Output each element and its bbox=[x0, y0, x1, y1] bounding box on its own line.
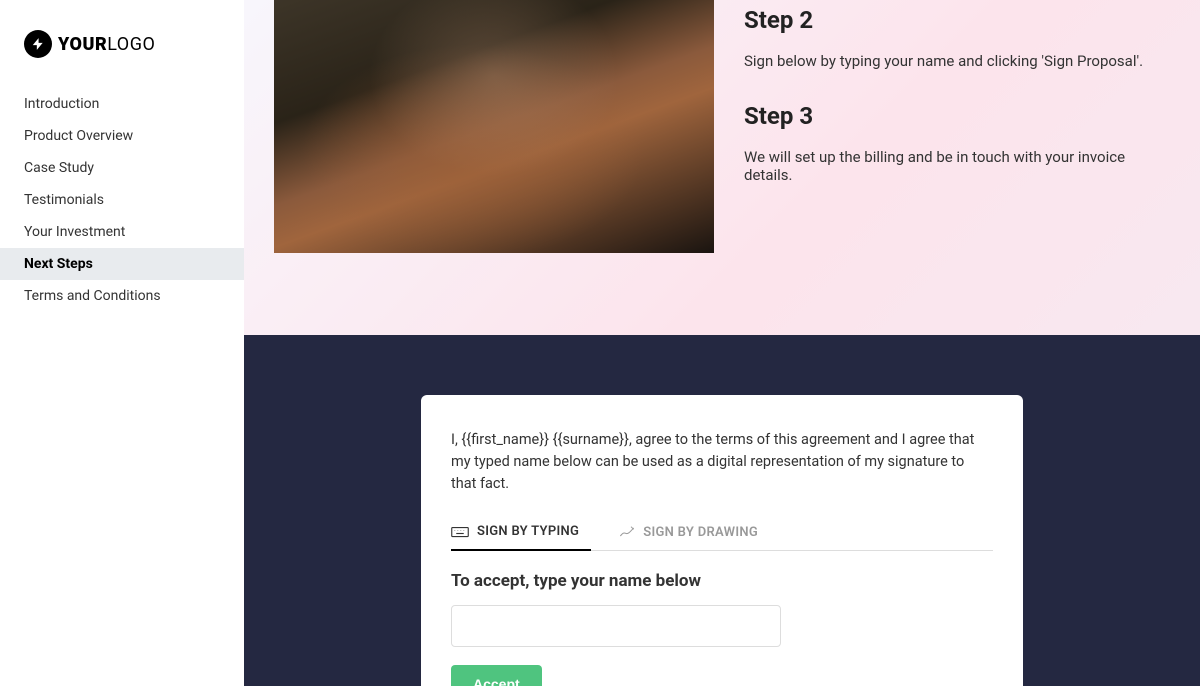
sidebar-item-next-steps[interactable]: Next Steps bbox=[0, 248, 244, 280]
name-input[interactable] bbox=[451, 605, 781, 647]
logo: YOURLOGO bbox=[0, 0, 244, 88]
sidebar-item-terms[interactable]: Terms and Conditions bbox=[0, 280, 244, 312]
sidebar: YOURLOGO Introduction Product Overview C… bbox=[0, 0, 244, 686]
pen-icon bbox=[619, 525, 635, 539]
steps-content: Step 2 Sign below by typing your name an… bbox=[744, 0, 1170, 295]
steps-section: Step 2 Sign below by typing your name an… bbox=[244, 0, 1200, 335]
step-image bbox=[274, 0, 714, 253]
sidebar-item-case-study[interactable]: Case Study bbox=[0, 152, 244, 184]
accept-label: To accept, type your name below bbox=[451, 571, 993, 591]
nav-list: Introduction Product Overview Case Study… bbox=[0, 88, 244, 312]
sidebar-item-testimonials[interactable]: Testimonials bbox=[0, 184, 244, 216]
keyboard-icon bbox=[451, 525, 469, 539]
main-content: Step 2 Sign below by typing your name an… bbox=[244, 0, 1200, 686]
step3-text: We will set up the billing and be in tou… bbox=[744, 148, 1170, 184]
step2-heading: Step 2 bbox=[744, 6, 1170, 34]
tab-typing-label: SIGN BY TYPING bbox=[477, 524, 579, 539]
logo-icon bbox=[24, 30, 52, 58]
logo-text: YOURLOGO bbox=[58, 34, 155, 55]
tab-sign-by-typing[interactable]: SIGN BY TYPING bbox=[451, 516, 591, 551]
agreement-text: I, {{first_name}} {{surname}}, agree to … bbox=[451, 429, 993, 494]
sidebar-item-introduction[interactable]: Introduction bbox=[0, 88, 244, 120]
signature-card: I, {{first_name}} {{surname}}, agree to … bbox=[421, 395, 1023, 686]
accept-button[interactable]: Accept bbox=[451, 665, 542, 686]
sign-tabs: SIGN BY TYPING SIGN BY DRAWING bbox=[451, 516, 993, 551]
tab-drawing-label: SIGN BY DRAWING bbox=[643, 525, 758, 540]
signature-section: I, {{first_name}} {{surname}}, agree to … bbox=[244, 335, 1200, 686]
step2-text: Sign below by typing your name and click… bbox=[744, 52, 1170, 70]
sidebar-item-product-overview[interactable]: Product Overview bbox=[0, 120, 244, 152]
tab-sign-by-drawing[interactable]: SIGN BY DRAWING bbox=[619, 516, 770, 550]
step3-heading: Step 3 bbox=[744, 102, 1170, 130]
sidebar-item-your-investment[interactable]: Your Investment bbox=[0, 216, 244, 248]
